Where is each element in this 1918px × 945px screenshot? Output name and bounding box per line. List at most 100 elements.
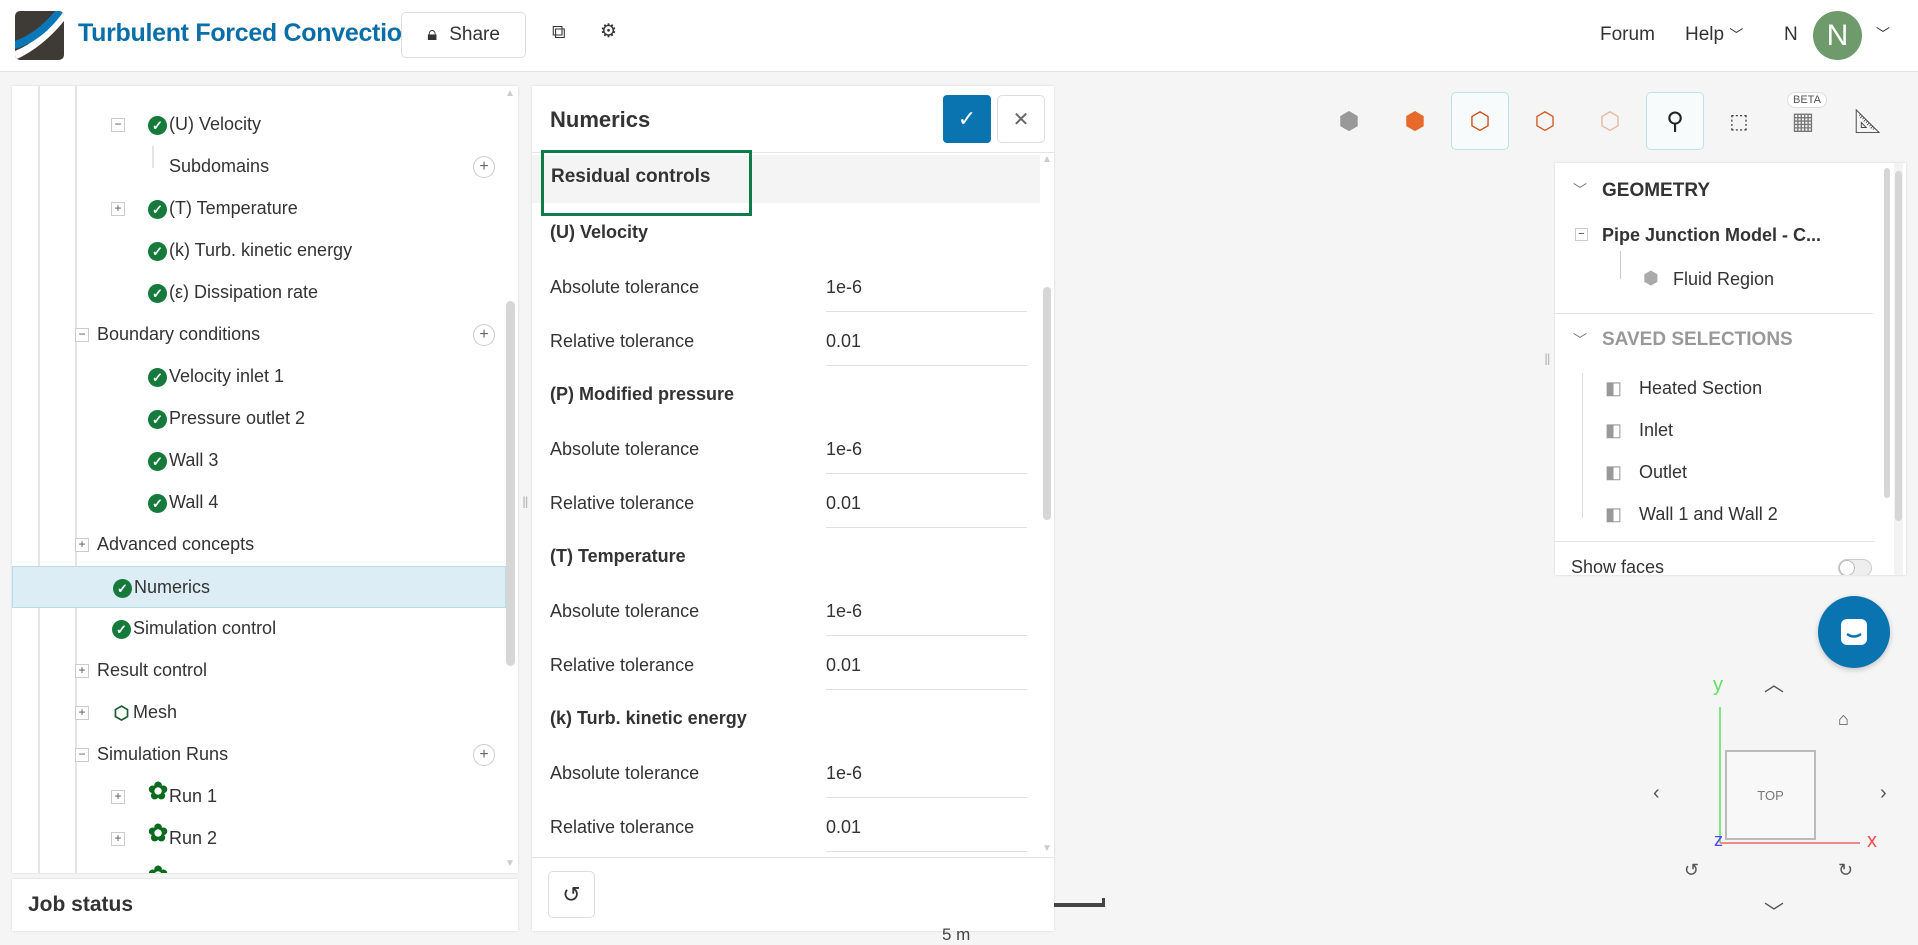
collapse-icon[interactable]: − xyxy=(75,748,89,762)
scroll-up-icon[interactable]: ▲ xyxy=(1042,154,1052,165)
job-status-title: Job status xyxy=(28,893,134,916)
scroll-down-icon[interactable]: ▼ xyxy=(505,858,515,869)
avatar[interactable]: N xyxy=(1813,11,1862,60)
home-icon[interactable]: ⌂ xyxy=(1838,709,1849,730)
expand-icon[interactable]: + xyxy=(111,202,125,216)
help-label: Help xyxy=(1685,24,1725,45)
faces-select-icon[interactable]: ⬢ xyxy=(1386,92,1444,150)
tree-item[interactable]: ✓ Wall 4 xyxy=(12,482,506,524)
forum-link[interactable]: Forum xyxy=(1600,24,1655,46)
tree-item[interactable]: ✓ Velocity inlet 1 xyxy=(12,356,506,398)
expand-icon[interactable]: + xyxy=(111,790,125,804)
geometry-header[interactable]: GEOMETRY xyxy=(1602,180,1710,202)
geometry-model[interactable]: Pipe Junction Model - C... xyxy=(1602,225,1821,246)
scale-label: 5 m xyxy=(942,925,971,944)
project-title[interactable]: Turbulent Forced Convection xyxy=(78,19,417,48)
app-logo[interactable] xyxy=(15,11,64,60)
tree-item[interactable]: ✓ Wall 3 xyxy=(12,440,506,482)
chevron-down-icon[interactable]: ﹀ xyxy=(1573,180,1587,200)
x-axis xyxy=(1720,842,1860,844)
rotate-cw-icon[interactable]: ↻ xyxy=(1838,860,1853,881)
tree-item[interactable]: − Simulation Runs + xyxy=(12,734,506,776)
tree-item[interactable]: + ✓ (T) Temperature xyxy=(12,188,506,230)
tree-item[interactable]: Subdomains + xyxy=(12,146,506,188)
rotate-up-icon[interactable]: ︿ xyxy=(1764,668,1784,697)
rotate-ccw-icon[interactable]: ↺ xyxy=(1684,860,1699,881)
share-button[interactable]: 🔒︎ Share xyxy=(401,12,526,58)
z-axis-label: z xyxy=(1714,830,1723,850)
faces-edges-icon[interactable]: ⬡ xyxy=(1451,92,1509,150)
rotate-left-icon[interactable]: ‹ xyxy=(1653,782,1660,805)
rotate-right-icon[interactable]: › xyxy=(1880,782,1887,805)
fluid-region[interactable]: Fluid Region xyxy=(1673,269,1774,290)
saved-selections-header[interactable]: SAVED SELECTIONS xyxy=(1602,329,1793,351)
relative-tolerance-input[interactable]: 0.01 xyxy=(826,331,1027,366)
close-button[interactable]: ✕ xyxy=(997,95,1045,143)
relative-tolerance-input[interactable]: 0.01 xyxy=(826,817,1027,852)
gear-icon[interactable]: ⚙ xyxy=(600,20,617,43)
relative-tolerance-input[interactable]: 0.01 xyxy=(826,493,1027,528)
tree-item-label: Mesh xyxy=(133,702,178,722)
collapse-icon[interactable]: − xyxy=(111,118,125,132)
y-axis-label: y xyxy=(1713,674,1723,696)
absolute-tolerance-input[interactable]: 1e-6 xyxy=(826,277,1027,312)
copy-icon[interactable]: ⧉ xyxy=(552,22,566,44)
box-select-icon[interactable]: ⬚ xyxy=(1710,92,1768,150)
tree-item[interactable]: + ⬡ Mesh xyxy=(12,692,506,734)
tree-item[interactable]: ✓ (ε) Dissipation rate xyxy=(12,272,506,314)
confirm-button[interactable]: ✓ xyxy=(943,95,991,143)
tree-item[interactable]: + ✿ Run 2 xyxy=(12,818,506,860)
user-menu-chevron-icon[interactable]: ﹀ xyxy=(1876,24,1890,44)
group-heading: (T) Temperature xyxy=(550,546,686,566)
view-cube[interactable]: TOP xyxy=(1725,750,1816,840)
resize-handle[interactable]: ‖ xyxy=(522,495,529,513)
tree-item[interactable]: ✓ Pressure outlet 2 xyxy=(12,398,506,440)
point-probe-icon[interactable]: ⚲ xyxy=(1646,92,1704,150)
absolute-tolerance-input[interactable]: 1e-6 xyxy=(826,763,1027,798)
scroll-up-icon[interactable]: ▲ xyxy=(505,88,515,99)
tree-item[interactable]: + Result control xyxy=(12,650,506,692)
tree-item[interactable]: ✓ Simulation control xyxy=(12,608,506,650)
chevron-down-icon[interactable]: ﹀ xyxy=(1573,330,1587,350)
tree-item-label: Simulation Runs xyxy=(97,744,229,764)
collapse-icon[interactable]: − xyxy=(75,328,89,342)
resize-handle[interactable]: ‖ xyxy=(1544,352,1551,370)
help-menu[interactable]: Help ﹀ xyxy=(1685,24,1743,46)
absolute-tolerance-input[interactable]: 1e-6 xyxy=(826,601,1027,636)
tree-scrollbar[interactable] xyxy=(506,301,515,666)
saved-selection-item[interactable]: Inlet xyxy=(1639,420,1673,441)
tree-item[interactable]: − ✓ (U) Velocity xyxy=(12,104,506,146)
view-mode-solid-icon[interactable]: ⬢ xyxy=(1320,92,1378,150)
absolute-tolerance-input[interactable]: 1e-6 xyxy=(826,439,1027,474)
tree-item[interactable]: ✓ Numerics xyxy=(12,566,506,608)
tree-item[interactable]: ✓ (k) Turb. kinetic energy xyxy=(12,230,506,272)
measure-icon[interactable]: 📐︎ xyxy=(1839,92,1897,150)
tree-item[interactable]: + Advanced concepts xyxy=(12,524,506,566)
tree-item[interactable]: +✿Run 3 xyxy=(12,860,506,874)
saved-selection-item[interactable]: Wall 1 and Wall 2 xyxy=(1639,504,1778,525)
add-button[interactable]: + xyxy=(473,744,495,766)
geometry-scrollbar[interactable] xyxy=(1884,168,1890,498)
expand-icon[interactable]: + xyxy=(75,538,89,552)
rotate-down-icon[interactable]: ﹀ xyxy=(1764,896,1784,925)
show-faces-toggle[interactable] xyxy=(1838,559,1872,575)
vertices-select-icon[interactable]: ⬡ xyxy=(1581,92,1639,150)
edges-select-icon[interactable]: ⬡ xyxy=(1516,92,1574,150)
saved-selection-item[interactable]: Heated Section xyxy=(1639,378,1762,399)
tree-item[interactable]: + ✿ Run 1 xyxy=(12,776,506,818)
reset-button[interactable]: ↺ xyxy=(548,871,595,918)
job-status-panel[interactable]: Job status xyxy=(12,879,518,931)
expand-icon[interactable]: + xyxy=(75,664,89,678)
expand-icon[interactable]: + xyxy=(111,832,125,846)
expand-icon[interactable]: + xyxy=(75,706,89,720)
saved-selection-item[interactable]: Outlet xyxy=(1639,462,1687,483)
collapse-icon[interactable]: − xyxy=(1575,228,1588,241)
top-bar: Turbulent Forced Convection 🔒︎ Share ⧉ ⚙ … xyxy=(0,0,1918,72)
scroll-down-icon[interactable]: ▼ xyxy=(1042,843,1052,854)
add-button[interactable]: + xyxy=(473,324,495,346)
numerics-scrollbar[interactable] xyxy=(1043,287,1051,520)
tree-item[interactable]: − Boundary conditions + xyxy=(12,314,506,356)
add-button[interactable]: + xyxy=(473,156,495,178)
chat-button[interactable] xyxy=(1818,596,1890,668)
relative-tolerance-input[interactable]: 0.01 xyxy=(826,655,1027,690)
